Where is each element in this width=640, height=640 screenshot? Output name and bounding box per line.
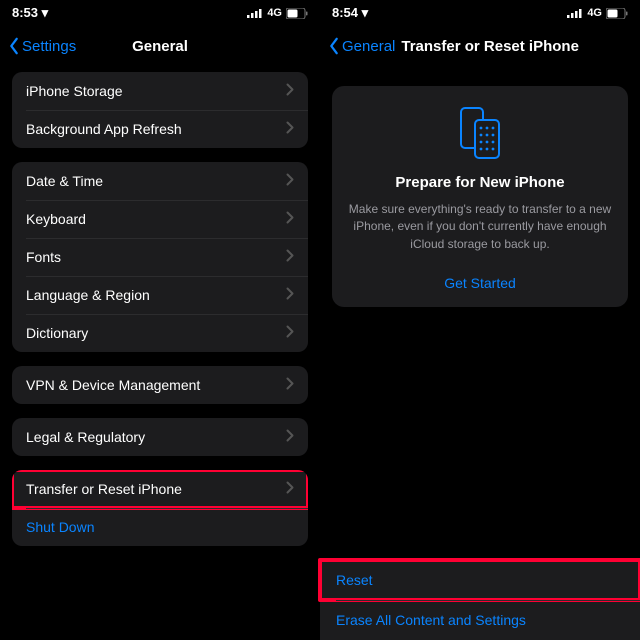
get-started-button[interactable]: Get Started: [346, 275, 614, 291]
left-screenshot: 8:53 ▾ 4G Settings General iPhone Storag…: [0, 0, 320, 640]
settings-row-date-time[interactable]: Date & Time: [12, 162, 308, 200]
row-label: Date & Time: [26, 173, 286, 189]
network-label: 4G: [267, 7, 282, 19]
network-label: 4G: [587, 7, 602, 19]
bottom-actions: Reset Erase All Content and Settings: [320, 560, 640, 640]
chevron-right-icon: [286, 121, 294, 137]
row-label: Transfer or Reset iPhone: [26, 481, 286, 497]
settings-group: Legal & Regulatory: [12, 418, 308, 456]
row-label: Background App Refresh: [26, 121, 286, 137]
settings-row-transfer-reset[interactable]: Transfer or Reset iPhone: [12, 470, 308, 508]
settings-row-legal-regulatory[interactable]: Legal & Regulatory: [12, 418, 308, 456]
chevron-right-icon: [286, 377, 294, 393]
battery-icon: [606, 8, 628, 19]
chevron-right-icon: [286, 211, 294, 227]
row-label: Erase All Content and Settings: [336, 612, 624, 628]
settings-row-dictionary[interactable]: Dictionary: [12, 314, 308, 352]
status-bar: 8:53 ▾ 4G: [0, 0, 320, 26]
settings-row-vpn-device-management[interactable]: VPN & Device Management: [12, 366, 308, 404]
signal-icon: [247, 8, 263, 18]
settings-group: iPhone Storage Background App Refresh: [12, 72, 308, 148]
settings-content: iPhone Storage Background App Refresh Da…: [0, 66, 320, 640]
promo-heading: Prepare for New iPhone: [346, 174, 614, 191]
settings-row-shut-down[interactable]: Shut Down: [12, 508, 308, 546]
signal-icon: [567, 8, 583, 18]
settings-row-language-region[interactable]: Language & Region: [12, 276, 308, 314]
row-label: Legal & Regulatory: [26, 429, 286, 445]
settings-group: Date & Time Keyboard Fonts Language & Re…: [12, 162, 308, 352]
chevron-right-icon: [286, 173, 294, 189]
chevron-right-icon: [286, 249, 294, 265]
reset-button[interactable]: Reset: [320, 560, 640, 600]
erase-all-button[interactable]: Erase All Content and Settings: [320, 600, 640, 640]
nav-bar: Settings General: [0, 26, 320, 66]
devices-icon: [346, 106, 614, 160]
chevron-right-icon: [286, 429, 294, 445]
status-time: 8:53 ▾: [12, 5, 48, 21]
back-label: Settings: [22, 38, 76, 55]
back-button[interactable]: Settings: [8, 37, 76, 55]
row-label: Reset: [336, 572, 624, 588]
page-title: Transfer or Reset iPhone: [401, 38, 632, 55]
row-label: VPN & Device Management: [26, 377, 286, 393]
status-time: 8:54 ▾: [332, 5, 368, 21]
status-bar: 8:54 ▾ 4G: [320, 0, 640, 26]
row-label: Shut Down: [26, 519, 294, 535]
back-label: General: [342, 38, 395, 55]
chevron-right-icon: [286, 83, 294, 99]
nav-bar: General Transfer or Reset iPhone: [320, 26, 640, 66]
settings-row-keyboard[interactable]: Keyboard: [12, 200, 308, 238]
settings-row-background-app-refresh[interactable]: Background App Refresh: [12, 110, 308, 148]
row-label: Keyboard: [26, 211, 286, 227]
settings-group: VPN & Device Management: [12, 366, 308, 404]
row-label: Language & Region: [26, 287, 286, 303]
chevron-right-icon: [286, 481, 294, 497]
prepare-card: Prepare for New iPhone Make sure everyth…: [332, 86, 628, 307]
row-label: Fonts: [26, 249, 286, 265]
battery-icon: [286, 8, 308, 19]
back-button[interactable]: General: [328, 37, 395, 55]
settings-row-iphone-storage[interactable]: iPhone Storage: [12, 72, 308, 110]
right-screenshot: 8:54 ▾ 4G General Transfer or Reset iPho…: [320, 0, 640, 640]
chevron-right-icon: [286, 325, 294, 341]
row-label: iPhone Storage: [26, 83, 286, 99]
settings-group: Transfer or Reset iPhone Shut Down: [12, 470, 308, 546]
chevron-right-icon: [286, 287, 294, 303]
row-label: Dictionary: [26, 325, 286, 341]
promo-body: Make sure everything's ready to transfer…: [346, 201, 614, 253]
settings-row-fonts[interactable]: Fonts: [12, 238, 308, 276]
